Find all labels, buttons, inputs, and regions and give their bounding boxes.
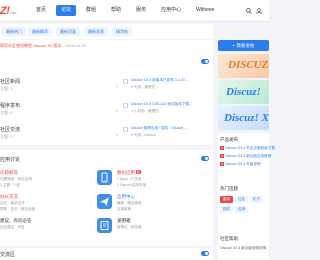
forum-count: 主题: 3 — [0, 86, 13, 91]
app-name[interactable]: 站长交流 — [0, 194, 18, 200]
main-nav: 首页 论坛 群组 帮助 服务 应用中心 Witheee — [31, 5, 224, 16]
app-desc: 站长 · 建站交流 — [0, 201, 25, 205]
ad-banner[interactable]: Discuz! X — [218, 106, 269, 130]
ad-banner-text: Discuz! X — [224, 112, 269, 124]
nav-app-center[interactable]: 应用中心 — [156, 5, 186, 16]
subnav-hot[interactable]: 最新热门 — [2, 27, 26, 36]
ad-banner[interactable]: Discuz! — [218, 80, 269, 104]
post-count: 4 — [116, 132, 119, 137]
latest-post-meta: 1 小时前 · 管理员 — [131, 109, 159, 113]
nav-help[interactable]: 帮助 — [106, 5, 126, 16]
app-desc: 社区建议 · 问答 — [0, 225, 25, 229]
subnav-elite[interactable]: 精华帖 — [112, 27, 132, 36]
app-name[interactable]: 数码应用新 — [117, 170, 142, 176]
collapse-toggle[interactable] — [201, 156, 209, 161]
app-desc: 新想法 · 新功能 — [117, 225, 142, 229]
top-header: Z!Disc 首页 论坛 群组 帮助 服务 应用中心 Witheee — [0, 0, 269, 22]
subnav-digest[interactable]: 最新精华 — [28, 27, 52, 36]
post-thumb-icon — [123, 103, 128, 108]
forum-count: 主题: 9 — [0, 134, 13, 139]
ad-banner-text: DISCUZ! — [228, 59, 269, 71]
app-name[interactable]: 建议、有问必答 — [0, 218, 32, 224]
nav-service[interactable]: 服务 — [131, 5, 151, 16]
post-count: 7 — [116, 84, 119, 89]
forum-name[interactable]: 社区交流 — [0, 126, 20, 133]
product-link[interactable]: 3 Discuz! X3.4 升级说明 — [220, 162, 261, 167]
new-post-button[interactable]: + 我要发帖 — [218, 40, 269, 51]
collapse-toggle[interactable] — [201, 59, 209, 64]
product-link[interactable]: 1 Discuz! X3.4 不定点更新版下载 — [220, 146, 275, 151]
latest-post-meta: 4 天前 · 管理员 — [131, 85, 156, 89]
ad-banner-text: Discuz! — [226, 86, 261, 98]
search-icon[interactable] — [246, 8, 252, 14]
app-name[interactable]: 应用中心 — [117, 194, 135, 200]
nav-group[interactable]: 群组 — [81, 5, 101, 16]
tag-chip[interactable]: 应用 — [235, 206, 249, 213]
bottom-panel — [0, 248, 213, 260]
app-desc: 问题请求 · 常见反馈 — [0, 177, 32, 181]
sub-nav: 最新热门 最新精华 最新回复 最新发表 精华帖 — [0, 24, 213, 39]
ad-banner[interactable]: DISCUZ! — [218, 54, 269, 78]
forum-name[interactable]: 社区新闻 — [0, 78, 20, 85]
app-desc: 最新 · 精品推荐 — [117, 201, 142, 205]
latest-post-link[interactable]: Discuz! X3.5 DISCUZ! 测试版本下载... — [131, 102, 192, 107]
forum-name[interactable]: 程序发布 — [0, 102, 20, 109]
section-title: 交流区 — [0, 252, 16, 258]
post-count: 2 — [116, 108, 119, 113]
app-name[interactable]: 发明箱 — [117, 218, 131, 224]
tag-chip[interactable]: 插件 — [220, 206, 234, 213]
latest-post-meta: 4 天前 · Discuz! — [131, 133, 157, 137]
subnav-reply[interactable]: 最新回复 — [56, 27, 80, 36]
mobile-app-icon[interactable] — [97, 170, 112, 185]
subnav-new[interactable]: 最新发表 — [84, 27, 108, 36]
nav-forum[interactable]: 论坛 — [56, 5, 77, 16]
products-title: 产品发布 — [220, 137, 238, 142]
send-icon[interactable] — [97, 194, 112, 209]
tags-title: 热门话题 — [220, 186, 238, 191]
breadcrumb[interactable]: 帮您社区使用教程 Discuz! X3 版本 2019-03-28 — [0, 43, 86, 49]
tag-chip[interactable]: 社区 — [235, 196, 249, 203]
post-thumb-icon — [123, 79, 128, 84]
post-thumb-icon — [123, 127, 128, 132]
nav-witheee[interactable]: Witheee — [191, 5, 219, 16]
latest-post-link[interactable]: Discuz! 推荐应用 / 插件 · Discuz! ... — [131, 126, 187, 131]
tag-chip[interactable]: 帖子 — [250, 196, 264, 203]
app-sub: 2 主题 · 3 帖 — [0, 183, 20, 187]
help-link[interactable]: Discuz! X3.4 新功能使用说明 — [220, 246, 266, 251]
user-icon[interactable] — [256, 8, 262, 14]
app-sub: 应用推荐 — [117, 207, 132, 211]
site-logo[interactable]: Z!Disc — [0, 5, 17, 17]
tag-chip[interactable]: 版本 — [220, 196, 234, 203]
latest-post-link[interactable]: Discuz! X3.4 新版本已发布 3.4.20... — [131, 78, 188, 83]
collapse-toggle[interactable] — [201, 251, 209, 256]
section-title: 应用讨论 — [0, 157, 21, 163]
app-desc: 2 Apps · 5 技术 — [117, 177, 142, 181]
app-name[interactable]: 问题解答 — [0, 170, 18, 176]
product-link[interactable]: 2 Discuz! X3.4 新功能应用推荐 — [220, 154, 271, 159]
book-icon[interactable] — [97, 218, 112, 233]
help-title: 社区帮助 — [220, 236, 238, 241]
app-sub: 1 Discuz!应用市场 — [117, 183, 147, 187]
nav-home[interactable]: 首页 — [31, 5, 51, 16]
forum-count: 主题: 6 — [0, 110, 13, 115]
app-sub: 帮助 · 站长 · 网站运营 — [0, 207, 36, 211]
